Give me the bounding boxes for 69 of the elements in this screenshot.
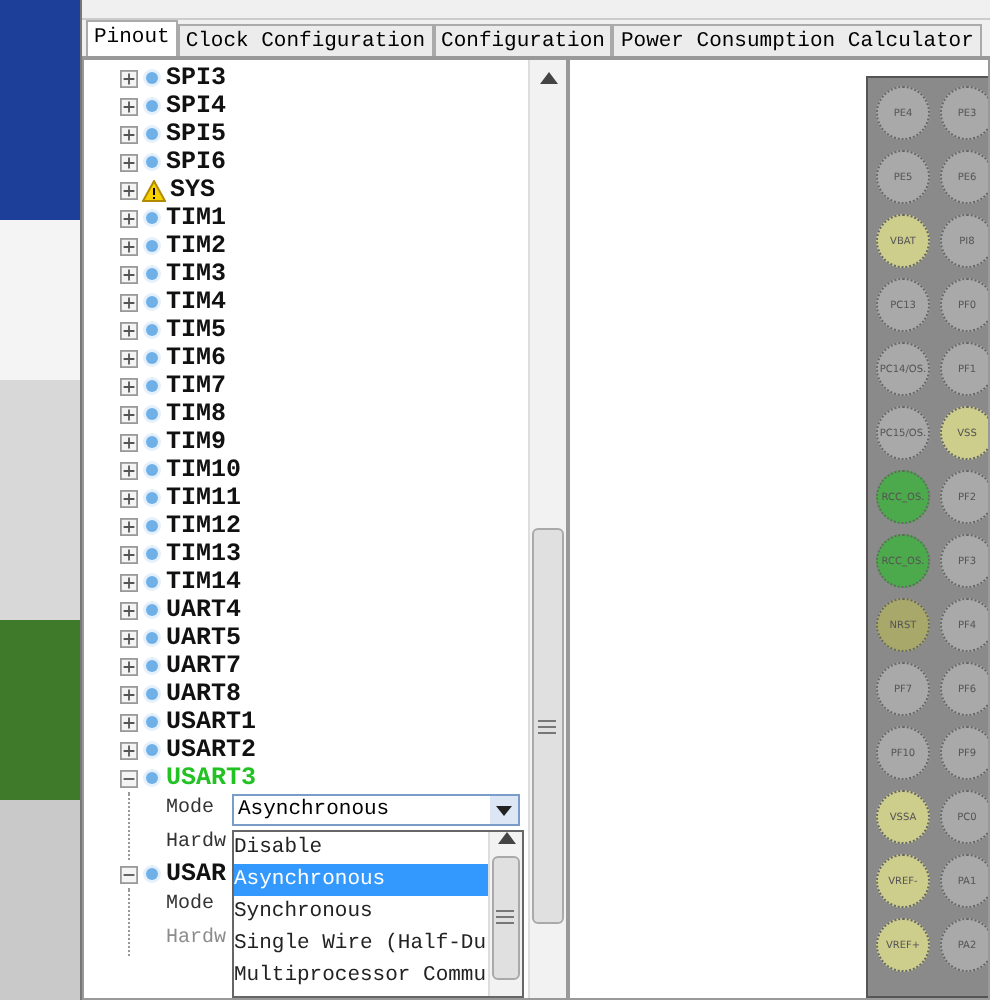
tree-item[interactable]: TIM5 (166, 316, 227, 344)
grip-icon (496, 910, 515, 924)
dropdown-option[interactable]: Synchronous (234, 895, 488, 927)
tab[interactable]: Clock Configuration (177, 24, 434, 56)
expand-icon[interactable] (120, 545, 138, 563)
expand-icon[interactable] (120, 349, 138, 367)
expand-icon[interactable] (120, 433, 138, 451)
expand-icon[interactable] (120, 265, 138, 283)
expand-icon[interactable] (120, 237, 138, 255)
expand-icon[interactable] (120, 713, 138, 731)
tree-item[interactable]: SPI4 (166, 92, 227, 120)
tree-item[interactable]: UART5 (166, 624, 242, 652)
expand-icon[interactable] (120, 573, 138, 591)
tab[interactable]: Power Consumption Calculator (612, 24, 982, 56)
collapse-icon[interactable] (120, 865, 138, 883)
tree-item[interactable]: TIM12 (166, 512, 242, 540)
tree-item[interactable]: TIM3 (166, 260, 227, 288)
tree-item[interactable]: USART2 (166, 736, 257, 764)
tree-item[interactable]: TIM4 (166, 288, 227, 316)
tree-item[interactable]: TIM8 (166, 400, 227, 428)
expand-icon[interactable] (120, 293, 138, 311)
field-label: Hardw (166, 832, 226, 854)
tree-item[interactable]: TIM6 (166, 344, 227, 372)
expand-icon[interactable] (120, 69, 138, 87)
expand-icon[interactable] (120, 489, 138, 507)
tree-item[interactable]: SPI5 (166, 120, 227, 148)
tree-item[interactable]: TIM13 (166, 540, 242, 568)
expand-icon[interactable] (120, 657, 138, 675)
tree-item[interactable]: SYS (170, 176, 216, 204)
tree-item[interactable]: USART1 (166, 708, 257, 736)
expand-icon[interactable] (120, 209, 138, 227)
expand-icon[interactable] (120, 601, 138, 619)
scroll-up-icon[interactable] (539, 72, 557, 84)
tab[interactable]: Configuration (433, 24, 613, 56)
dropdown-option[interactable]: Single Wire (Half-Du (234, 927, 488, 959)
tree-item[interactable]: SPI3 (166, 64, 227, 92)
tree-item[interactable]: TIM11 (166, 484, 242, 512)
tree-item[interactable]: TIM2 (166, 232, 227, 260)
tree-item[interactable]: USAR (166, 860, 227, 888)
caret-icon[interactable] (490, 795, 518, 823)
tree-item[interactable]: UART7 (166, 652, 242, 680)
field-label: Mode (166, 894, 217, 916)
expand-icon[interactable] (120, 153, 138, 171)
dropdown-option[interactable]: Multiprocessor Commu (234, 959, 488, 991)
field-label: Hardw (166, 928, 226, 950)
tab[interactable]: Pinout (86, 20, 178, 56)
expand-icon[interactable] (120, 461, 138, 479)
tree-item[interactable]: UART4 (166, 596, 242, 624)
tree-item[interactable]: TIM14 (166, 568, 242, 596)
expand-icon[interactable] (120, 377, 138, 395)
tree-item[interactable]: TIM7 (166, 372, 227, 400)
tree-item[interactable]: SPI6 (166, 148, 227, 176)
grip-icon (538, 719, 557, 733)
expand-icon[interactable] (120, 741, 138, 759)
field-label: Mode (166, 798, 217, 820)
tree-item[interactable]: UART8 (166, 680, 242, 708)
expand-icon[interactable] (120, 517, 138, 535)
expand-icon[interactable] (120, 405, 138, 423)
scroll-up-icon[interactable] (497, 831, 515, 843)
expand-icon[interactable] (120, 321, 138, 339)
expand-icon[interactable] (120, 97, 138, 115)
tree-item[interactable]: TIM9 (166, 428, 227, 456)
tree-item[interactable]: TIM1 (166, 204, 227, 232)
expand-icon[interactable] (120, 685, 138, 703)
expand-icon[interactable] (120, 125, 138, 143)
collapse-icon[interactable] (120, 769, 138, 787)
expand-icon[interactable] (120, 629, 138, 647)
tree-item[interactable]: TIM10 (166, 456, 242, 484)
expand-icon[interactable] (120, 181, 138, 199)
